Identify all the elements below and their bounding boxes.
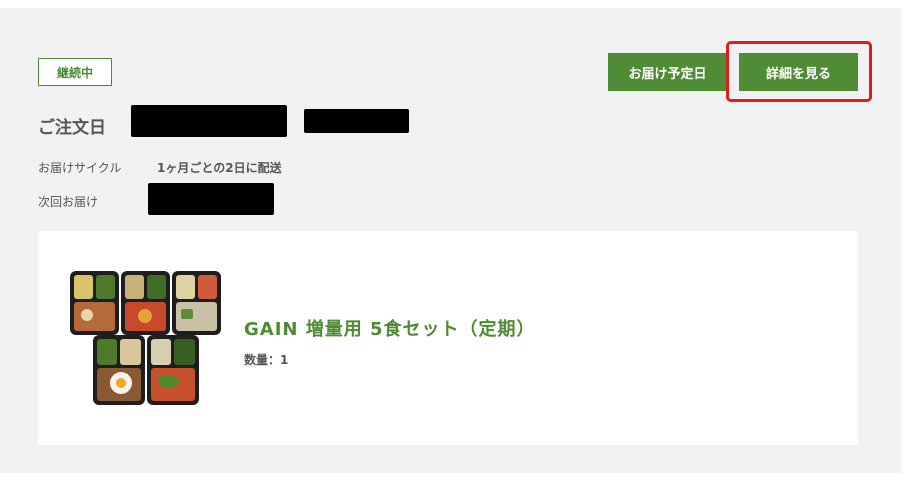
status-badge: 継続中 <box>38 58 112 86</box>
meal-tray <box>70 271 119 335</box>
redacted-next-delivery <box>148 183 274 215</box>
next-delivery-label: 次回お届け <box>38 195 99 209</box>
meal-tray <box>172 271 221 335</box>
product-item: GAIN 増量用 5食セット（定期） 数量：1 <box>38 231 858 445</box>
redacted-order-date <box>131 105 287 137</box>
delivery-cycle-value: 1ヶ月ごとの2日に配送 <box>157 161 282 175</box>
view-details-button[interactable]: 詳細を見る <box>739 53 858 91</box>
delivery-date-button[interactable]: お届け予定日 <box>608 53 727 91</box>
product-name[interactable]: GAIN 増量用 5食セット（定期） <box>244 315 536 341</box>
meal-tray <box>93 335 145 405</box>
meal-trays-image <box>70 271 221 405</box>
meal-tray <box>147 335 199 405</box>
redacted-order-number <box>304 109 409 133</box>
product-quantity: 数量：1 <box>244 353 289 367</box>
meal-tray <box>121 271 170 335</box>
delivery-cycle-label: お届けサイクル <box>38 161 122 175</box>
subscription-card: 継続中 お届け予定日 詳細を見る ご注文日 お届けサイクル 1ヶ月ごとの2日に配… <box>0 8 901 473</box>
order-date-label: ご注文日 <box>38 118 106 138</box>
